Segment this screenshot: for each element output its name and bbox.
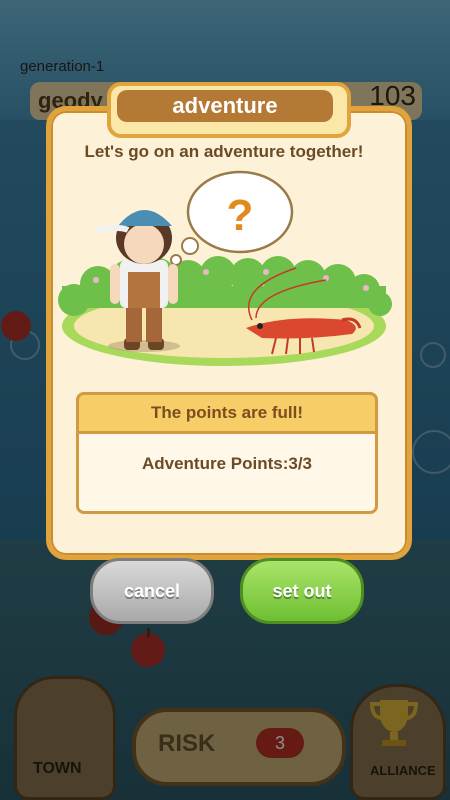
dialog-subtitle: Let's go on an adventure together! bbox=[84, 142, 364, 161]
question-mark-icon: ? bbox=[227, 191, 254, 240]
points-full-header: The points are full! bbox=[76, 392, 378, 434]
dialog-title: adventure bbox=[117, 90, 333, 122]
adventure-points-text: Adventure Points:3/3 bbox=[141, 454, 313, 473]
set-out-button[interactable]: set out bbox=[240, 558, 364, 624]
cancel-button[interactable]: cancel bbox=[90, 558, 214, 624]
adventure-scene-illustration: ? bbox=[58, 170, 392, 366]
